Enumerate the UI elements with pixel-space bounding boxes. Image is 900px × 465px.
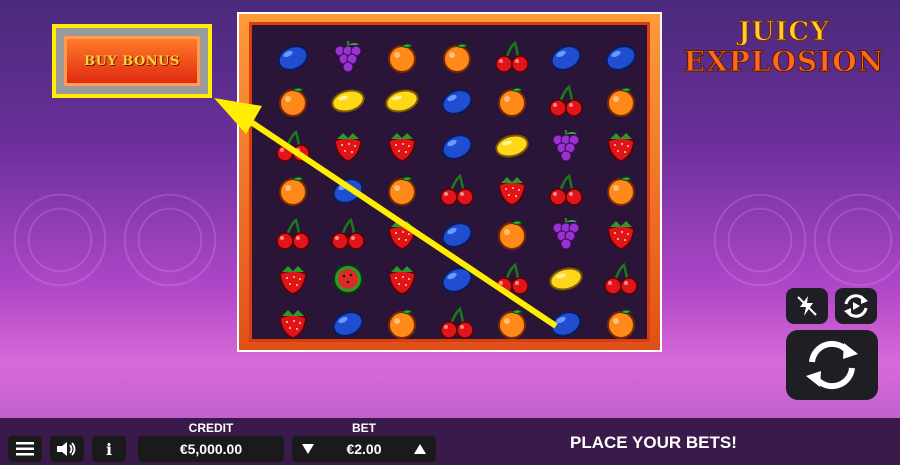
reel-area bbox=[249, 22, 650, 342]
symbol-orange bbox=[375, 168, 430, 212]
bet-label: BET bbox=[352, 421, 376, 435]
symbol-cherry bbox=[539, 168, 594, 212]
spin-icon bbox=[806, 340, 858, 390]
symbol-orange bbox=[375, 301, 430, 345]
symbol-plum bbox=[539, 35, 594, 79]
symbol-orange bbox=[593, 168, 648, 212]
symbol-plum bbox=[430, 124, 485, 168]
symbol-grapes bbox=[539, 124, 594, 168]
triangle-up-icon bbox=[414, 444, 426, 454]
symbol-cherry bbox=[430, 168, 485, 212]
game-logo: JUICY EXPLOSION bbox=[674, 18, 894, 82]
symbol-plum bbox=[321, 168, 376, 212]
symbol-orange bbox=[593, 301, 648, 345]
symbol-cherry bbox=[484, 256, 539, 300]
info-icon: i bbox=[105, 439, 113, 459]
bet-increase-button[interactable] bbox=[406, 436, 434, 462]
sound-button[interactable] bbox=[50, 436, 84, 462]
symbol-orange bbox=[430, 35, 485, 79]
symbol-watermelon bbox=[321, 256, 376, 300]
symbol-lemon bbox=[375, 79, 430, 123]
buy-bonus-button[interactable]: BUY BONUS bbox=[64, 36, 200, 86]
info-button[interactable]: i bbox=[92, 436, 126, 462]
turbo-button[interactable] bbox=[786, 288, 828, 324]
symbol-orange bbox=[266, 168, 321, 212]
symbol-cherry bbox=[484, 35, 539, 79]
logo-line-1: JUICY bbox=[738, 17, 830, 47]
buy-bonus-highlight: BUY BONUS bbox=[52, 24, 212, 98]
symbol-lemon bbox=[321, 79, 376, 123]
symbol-plum bbox=[266, 35, 321, 79]
menu-button[interactable] bbox=[8, 436, 42, 462]
symbol-plum bbox=[430, 256, 485, 300]
autoplay-button[interactable] bbox=[835, 288, 877, 324]
bet-decrease-button[interactable] bbox=[294, 436, 322, 462]
symbol-lemon bbox=[539, 256, 594, 300]
symbol-plum bbox=[321, 301, 376, 345]
symbol-grapes bbox=[321, 35, 376, 79]
symbol-orange bbox=[375, 35, 430, 79]
credit-value: €5,000.00 bbox=[138, 436, 284, 462]
credit-label: CREDIT bbox=[188, 421, 234, 435]
triangle-down-icon bbox=[302, 444, 314, 454]
symbol-orange bbox=[593, 79, 648, 123]
symbol-cherry bbox=[321, 212, 376, 256]
bottom-bar bbox=[0, 418, 900, 465]
symbol-strawberry bbox=[375, 212, 430, 256]
symbol-strawberry bbox=[266, 256, 321, 300]
speaker-icon bbox=[57, 442, 76, 456]
symbol-plum bbox=[539, 301, 594, 345]
symbol-cherry bbox=[266, 124, 321, 168]
symbol-grid bbox=[266, 35, 648, 345]
symbol-strawberry bbox=[593, 212, 648, 256]
symbol-cherry bbox=[430, 301, 485, 345]
symbol-grapes bbox=[539, 212, 594, 256]
symbol-lemon bbox=[484, 124, 539, 168]
spin-button[interactable] bbox=[786, 330, 878, 400]
symbol-strawberry bbox=[484, 168, 539, 212]
symbol-strawberry bbox=[375, 256, 430, 300]
symbol-cherry bbox=[539, 79, 594, 123]
reel-frame bbox=[237, 12, 662, 352]
lightning-icon bbox=[797, 296, 817, 316]
symbol-plum bbox=[430, 212, 485, 256]
bet-control: €2.00 bbox=[292, 436, 436, 462]
symbol-orange bbox=[484, 301, 539, 345]
status-message: PLACE YOUR BETS! bbox=[570, 433, 737, 452]
bet-value: €2.00 bbox=[346, 441, 382, 457]
symbol-orange bbox=[266, 79, 321, 123]
symbol-strawberry bbox=[593, 124, 648, 168]
symbol-orange bbox=[484, 79, 539, 123]
symbol-cherry bbox=[593, 256, 648, 300]
symbol-plum bbox=[593, 35, 648, 79]
menu-icon bbox=[16, 442, 34, 456]
symbol-strawberry bbox=[321, 124, 376, 168]
symbol-strawberry bbox=[375, 124, 430, 168]
logo-line-2: EXPLOSION bbox=[683, 45, 885, 78]
symbol-orange bbox=[484, 212, 539, 256]
autoplay-icon bbox=[844, 294, 868, 318]
symbol-cherry bbox=[266, 212, 321, 256]
symbol-plum bbox=[430, 79, 485, 123]
symbol-strawberry bbox=[266, 301, 321, 345]
